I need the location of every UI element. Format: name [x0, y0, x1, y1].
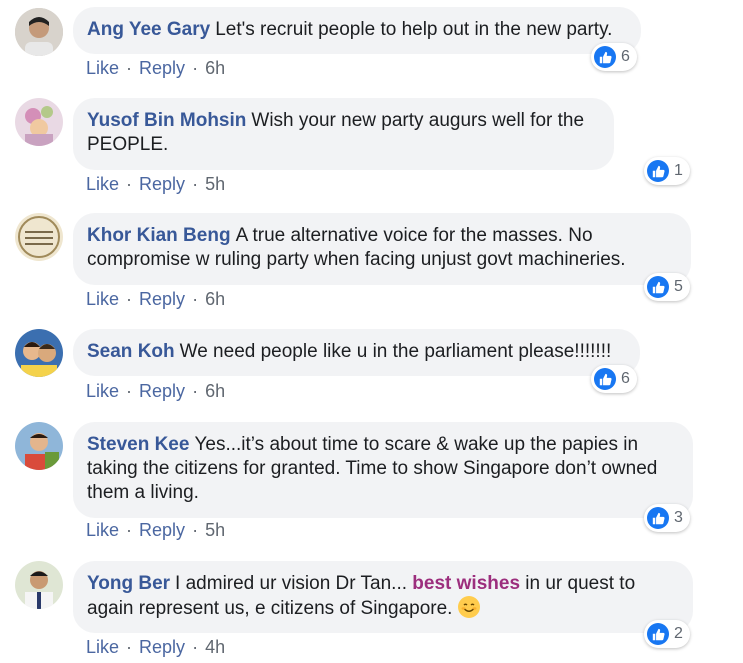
reaction-count-value: 1: [674, 162, 683, 179]
separator: ·: [126, 58, 133, 78]
author-name[interactable]: Yong Ber: [87, 573, 170, 594]
separator: ·: [192, 58, 199, 78]
avatar[interactable]: [15, 8, 63, 56]
separator: ·: [126, 289, 133, 309]
comment-bubble: Steven Kee Yes...it’s about time to scare…: [73, 422, 693, 518]
like-reaction-icon: [647, 623, 669, 645]
comment-actions: Like · Reply · 4h: [86, 637, 225, 658]
timestamp[interactable]: 5h: [205, 520, 225, 540]
like-reaction-icon: [647, 276, 669, 298]
comment-bubble: Sean Koh We need people like u in the par…: [73, 329, 640, 376]
reaction-count[interactable]: 6: [591, 365, 637, 393]
like-button[interactable]: Like: [86, 289, 119, 309]
reaction-count[interactable]: 3: [644, 504, 690, 532]
like-button[interactable]: Like: [86, 58, 119, 78]
like-reaction-icon: [647, 507, 669, 529]
reply-button[interactable]: Reply: [139, 637, 185, 657]
author-name[interactable]: Ang Yee Gary: [87, 19, 210, 40]
avatar[interactable]: [15, 98, 63, 146]
like-button[interactable]: Like: [86, 637, 119, 657]
reaction-count-value: 6: [621, 48, 630, 65]
comment-bubble: Yong Ber I admired ur vision Dr Tan... be…: [73, 561, 693, 633]
like-reaction-icon: [594, 368, 616, 390]
timestamp[interactable]: 6h: [205, 58, 225, 78]
reply-button[interactable]: Reply: [139, 381, 185, 401]
reaction-count[interactable]: 1: [644, 157, 690, 185]
reply-button[interactable]: Reply: [139, 289, 185, 309]
like-reaction-icon: [594, 46, 616, 68]
separator: ·: [126, 381, 133, 401]
like-reaction-icon: [647, 160, 669, 182]
comment-bubble: Khor Kian Beng A true alternative voice f…: [73, 213, 691, 285]
comment-actions: Like · Reply · 6h: [86, 58, 225, 79]
comment-actions: Like · Reply · 6h: [86, 381, 225, 402]
reaction-count-value: 6: [621, 370, 630, 387]
reply-button[interactable]: Reply: [139, 520, 185, 540]
avatar[interactable]: [15, 561, 63, 609]
separator: ·: [126, 637, 133, 657]
separator: ·: [192, 289, 199, 309]
comment-text: Let's recruit people to help out in the …: [215, 19, 613, 40]
avatar[interactable]: [15, 422, 63, 470]
comment-actions: Like · Reply · 5h: [86, 174, 225, 195]
avatar[interactable]: [15, 213, 63, 261]
timestamp[interactable]: 5h: [205, 174, 225, 194]
timestamp[interactable]: 4h: [205, 637, 225, 657]
separator: ·: [192, 637, 199, 657]
reply-button[interactable]: Reply: [139, 174, 185, 194]
comment-actions: Like · Reply · 5h: [86, 520, 225, 541]
comment-actions: Like · Reply · 6h: [86, 289, 225, 310]
reaction-count[interactable]: 2: [644, 620, 690, 648]
reaction-count[interactable]: 6: [591, 43, 637, 71]
comment-bubble: Yusof Bin Mohsin Wish your new party augu…: [73, 98, 614, 170]
comment-bubble: Ang Yee Gary Let's recruit people to help…: [73, 7, 641, 54]
author-name[interactable]: Sean Koh: [87, 341, 175, 362]
like-button[interactable]: Like: [86, 520, 119, 540]
comment-text: I admired ur vision Dr Tan...: [175, 573, 408, 594]
separator: ·: [192, 174, 199, 194]
reaction-count-value: 5: [674, 278, 683, 295]
like-button[interactable]: Like: [86, 174, 119, 194]
separator: ·: [192, 381, 199, 401]
separator: ·: [126, 520, 133, 540]
separator: ·: [192, 520, 199, 540]
reaction-count-value: 2: [674, 625, 683, 642]
author-name[interactable]: Khor Kian Beng: [87, 225, 231, 246]
separator: ·: [126, 174, 133, 194]
like-button[interactable]: Like: [86, 381, 119, 401]
highlighted-phrase[interactable]: best wishes: [412, 573, 520, 594]
timestamp[interactable]: 6h: [205, 289, 225, 309]
reaction-count[interactable]: 5: [644, 273, 690, 301]
reaction-count-value: 3: [674, 509, 683, 526]
reply-button[interactable]: Reply: [139, 58, 185, 78]
author-name[interactable]: Steven Kee: [87, 434, 189, 455]
avatar[interactable]: [15, 329, 63, 377]
smiling-face-icon: [457, 596, 480, 618]
timestamp[interactable]: 6h: [205, 381, 225, 401]
comment-text: We need people like u in the parliament …: [179, 341, 612, 362]
author-name[interactable]: Yusof Bin Mohsin: [87, 110, 246, 131]
